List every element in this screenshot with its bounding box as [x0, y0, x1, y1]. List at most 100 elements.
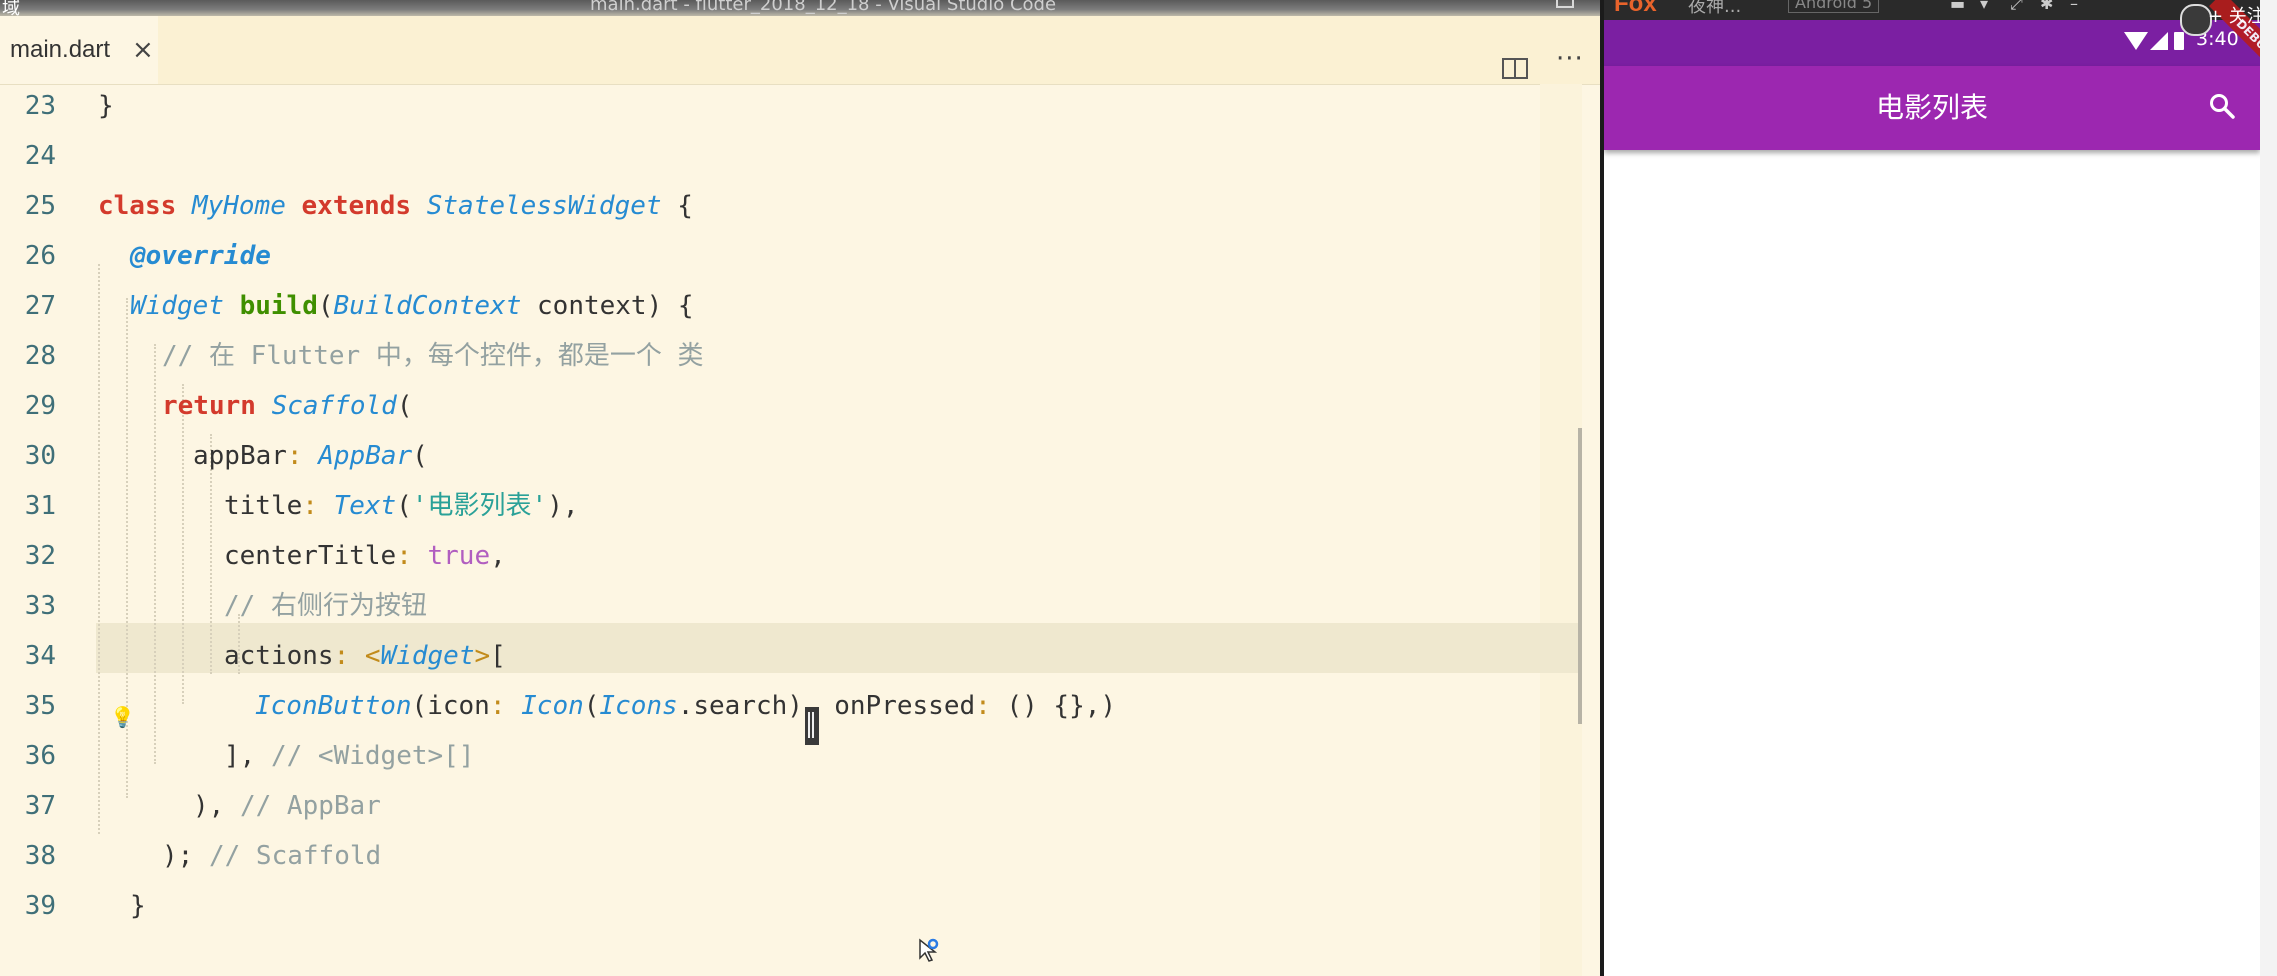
- android-status-bar: 3:40: [1604, 20, 2260, 66]
- function-name: build: [239, 291, 318, 321]
- battery-icon: [2174, 32, 2184, 50]
- type-name: Widget: [130, 291, 224, 321]
- code-line[interactable]: 23 }: [0, 84, 1582, 131]
- string-literal: '电影列表': [411, 491, 548, 521]
- window-title-bar: 域 main.dart - flutter_2018_12_18 - Visua…: [0, 0, 1600, 18]
- code-editor[interactable]: 22 } 23 } 24 25 class MyHome extends Sta…: [0, 84, 1582, 976]
- line-number: 23: [24, 91, 56, 121]
- type-name: BuildContext: [333, 291, 522, 321]
- tab-label: main.dart: [10, 36, 111, 63]
- line-number: 34: [24, 641, 56, 671]
- editor-scrollbar[interactable]: [1578, 428, 1582, 724]
- code-line[interactable]: 28 // 在 Flutter 中，每个控件，都是一个 类: [0, 331, 1582, 381]
- follow-button[interactable]: + 关注: [2208, 2, 2260, 28]
- comment: // <Widget>[]: [270, 741, 475, 771]
- property-name: icon: [427, 691, 490, 721]
- close-icon[interactable]: ×: [132, 35, 154, 65]
- type-name: Widget: [380, 641, 475, 671]
- code-rest: context) {: [521, 291, 694, 321]
- code-text: }: [98, 91, 114, 121]
- keyword-extends: extends: [301, 191, 412, 221]
- property-name: appBar: [193, 441, 287, 471]
- line-number: 27: [24, 291, 56, 321]
- code-text: Widget build(BuildContext context) {: [130, 291, 694, 321]
- annotation: @override: [130, 241, 271, 271]
- keyword-class: class: [98, 191, 177, 221]
- class-name: Scaffold: [271, 391, 397, 421]
- code-line[interactable]: 33 // 右侧行为按钮: [0, 581, 1582, 631]
- class-name: Icon: [521, 691, 584, 721]
- code-line[interactable]: 32 centerTitle: true,: [0, 531, 1582, 581]
- property-name: title: [224, 491, 303, 521]
- phone-emulator[interactable]: Fox 夜神... Android 5 ▬ ▾ ⤢ ✱ – 3:40 电影列表 …: [1604, 0, 2260, 976]
- code-line[interactable]: 37 ), // AppBar: [0, 781, 1582, 831]
- restore-window-icon[interactable]: [1556, 0, 1574, 8]
- line-number: 25: [24, 191, 56, 221]
- code-line[interactable]: 34 actions: <Widget>[: [0, 631, 1582, 681]
- code-line[interactable]: 24: [0, 131, 1582, 181]
- code-line[interactable]: 26 @override: [0, 231, 1582, 281]
- lightbulb-icon[interactable]: 💡: [110, 705, 135, 729]
- code-text: title: Text('电影列表'),: [224, 491, 579, 521]
- code-text: appBar: AppBar(: [193, 441, 428, 471]
- property-name: centerTitle: [224, 541, 397, 571]
- line-number: 30: [24, 441, 56, 471]
- tab-main-dart[interactable]: main.dart ×: [0, 16, 158, 84]
- wifi-icon: [2124, 32, 2148, 50]
- code-line[interactable]: 36 ], // <Widget>[]: [0, 731, 1582, 781]
- code-rest: ),: [547, 491, 579, 521]
- editor-tab-bar: main.dart × ···: [0, 16, 1600, 85]
- code-text: return Scaffold(: [162, 391, 413, 421]
- line-number: 29: [24, 391, 56, 421]
- more-actions-icon[interactable]: ···: [1556, 44, 1584, 74]
- code-text: actions: <Widget>[: [224, 641, 506, 671]
- code-text: @override: [130, 231, 271, 281]
- property-name: actions: [224, 641, 334, 671]
- app-bar: 电影列表: [1604, 66, 2260, 150]
- line-number: 33: [24, 591, 56, 621]
- code-rest: () {},): [990, 691, 1117, 721]
- comment: // 在 Flutter 中，每个控件，都是一个 类: [162, 341, 704, 371]
- code-text: ], // <Widget>[]: [224, 731, 474, 781]
- code-line[interactable]: 30 appBar: AppBar(: [0, 431, 1582, 481]
- code-text: ), // AppBar: [193, 781, 381, 831]
- minimize-icon[interactable]: –: [2070, 0, 2078, 13]
- code-rest: .search): [677, 691, 803, 721]
- code-rest: ],: [224, 741, 271, 771]
- code-line[interactable]: 27 Widget build(BuildContext context) {: [0, 281, 1582, 331]
- comment: // AppBar: [239, 791, 381, 821]
- signal-icon: [2150, 32, 2168, 50]
- line-number: 38: [24, 841, 56, 871]
- search-icon[interactable]: [2208, 92, 2236, 120]
- split-editor-icon[interactable]: [1502, 58, 1528, 79]
- code-text: }: [130, 891, 146, 921]
- chevron-down-icon[interactable]: ▾: [1980, 0, 1988, 13]
- line-number: 26: [24, 241, 56, 271]
- code-line[interactable]: 25 class MyHome extends StatelessWidget …: [0, 181, 1582, 231]
- boolean-literal: true: [427, 541, 491, 571]
- code-text: centerTitle: true,: [224, 541, 506, 571]
- code-line[interactable]: 29 return Scaffold(: [0, 381, 1582, 431]
- expand-icon[interactable]: ⤢: [2010, 0, 2023, 14]
- ibeam-cursor-icon: [808, 712, 814, 738]
- code-line-current[interactable]: 35 IconButton(icon: Icon(Icons.search) o…: [0, 681, 1582, 731]
- code-line[interactable]: 39 }: [0, 881, 1582, 931]
- class-name: Text: [333, 491, 397, 521]
- property-name: onPressed: [834, 691, 976, 721]
- code-line[interactable]: 31 title: Text('电影列表'),: [0, 481, 1582, 531]
- line-number: 31: [24, 491, 56, 521]
- line-number: 36: [24, 741, 56, 771]
- menu-icon[interactable]: ▬: [1950, 0, 1965, 13]
- line-number: 39: [24, 891, 56, 921]
- superclass-name: StatelessWidget: [426, 191, 662, 221]
- emulator-toolbar: Fox 夜神... Android 5 ▬ ▾ ⤢ ✱ –: [1604, 0, 2260, 20]
- line-number: 35: [24, 691, 56, 721]
- window-title: main.dart - flutter_2018_12_18 - Visual …: [590, 0, 1057, 15]
- code-text: class MyHome extends StatelessWidget {: [98, 181, 693, 231]
- line-number: 32: [24, 541, 56, 571]
- code-line[interactable]: 38 ); // Scaffold: [0, 831, 1582, 881]
- class-name: IconButton: [255, 691, 412, 721]
- code-text: IconButton(icon: Icon(Icons.search) onPr…: [255, 691, 1117, 721]
- pin-icon[interactable]: ✱: [2040, 0, 2053, 13]
- code-rest: );: [162, 841, 209, 871]
